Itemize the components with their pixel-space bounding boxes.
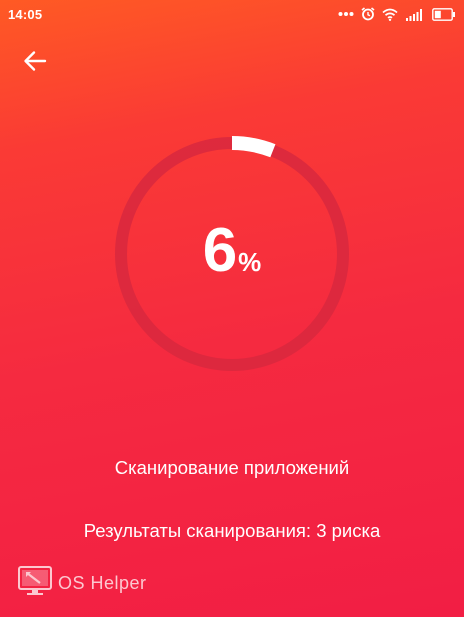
- status-icons: [338, 7, 456, 21]
- back-button[interactable]: [20, 50, 50, 76]
- status-time: 14:05: [8, 6, 43, 22]
- scan-progress-ring: 6 %: [114, 136, 350, 372]
- wifi-icon: [382, 8, 398, 21]
- scan-status-text: Сканирование приложений: [114, 457, 350, 478]
- alarm-icon: [361, 7, 375, 21]
- scan-results-text: Результаты сканирования: 3 риска: [83, 520, 381, 541]
- watermark: OS Helper: [18, 566, 147, 601]
- more-dots-icon: [338, 11, 354, 17]
- status-bar: 14:05: [0, 0, 464, 28]
- progress-unit: %: [238, 247, 262, 277]
- progress-number: 6: [202, 216, 238, 285]
- arrow-left-icon: [23, 50, 47, 77]
- battery-icon: [432, 7, 456, 21]
- watermark-text: OS Helper: [58, 573, 147, 593]
- progress-value: 6 %: [114, 136, 350, 372]
- signal-icon: [405, 8, 425, 21]
- monitor-logo-icon: [18, 566, 52, 601]
